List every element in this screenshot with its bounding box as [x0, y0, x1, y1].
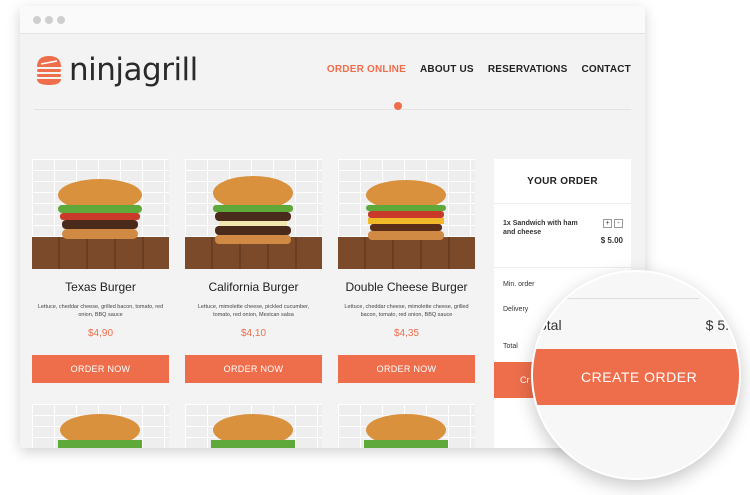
- window-dot-icon[interactable]: [33, 16, 41, 24]
- burger-image[interactable]: [185, 404, 322, 448]
- product-card: Double Cheese Burger Lettuce, cheddar ch…: [338, 159, 475, 383]
- divider: [563, 298, 699, 299]
- burger-icon: [213, 176, 293, 244]
- header-divider: [34, 109, 631, 110]
- browser-chrome: [20, 6, 645, 34]
- logo[interactable]: ninjagrill: [35, 52, 198, 88]
- product-card: California Burger Lettuce, mimolette che…: [185, 159, 322, 383]
- product-description: Lettuce, mimolette cheese, pickled cucum…: [197, 304, 310, 318]
- burger-icon: [58, 179, 142, 239]
- burger-image[interactable]: [32, 404, 169, 448]
- main-nav: ORDER ONLINE ABOUT US RESERVATIONS CONTA…: [327, 64, 631, 75]
- nav-reservations[interactable]: RESERVATIONS: [488, 64, 568, 75]
- logo-text: ninjagrill: [69, 52, 198, 88]
- product-name: Double Cheese Burger: [345, 280, 468, 294]
- total-value: $ 5.: [705, 317, 729, 333]
- product-name: Texas Burger: [65, 280, 136, 294]
- burger-image[interactable]: [185, 159, 322, 269]
- order-title: YOUR ORDER: [494, 159, 631, 204]
- total-label: Total: [503, 343, 518, 350]
- product-price: $4,10: [240, 328, 267, 339]
- burger-logo-icon: [37, 56, 61, 85]
- nav-contact[interactable]: CONTACT: [581, 64, 631, 75]
- order-now-button[interactable]: ORDER NOW: [32, 355, 169, 383]
- order-now-button[interactable]: ORDER NOW: [185, 355, 322, 383]
- window-dot-icon[interactable]: [57, 16, 65, 24]
- product-name: California Burger: [208, 280, 299, 294]
- product-description: Lettuce, cheddar cheese, mimolette chees…: [344, 304, 469, 318]
- total-label: otal: [539, 317, 562, 333]
- plus-icon[interactable]: +: [603, 219, 612, 228]
- burger-icon: [364, 414, 448, 448]
- nav-order-online[interactable]: ORDER ONLINE: [327, 64, 406, 75]
- magnifier: otal $ 5. CREATE ORDER: [531, 270, 741, 480]
- divider: [494, 267, 631, 268]
- product-description: Lettuce, cheddar cheese, grilled bacon, …: [37, 304, 164, 318]
- product-card: Texas Burger Lettuce, cheddar cheese, gr…: [32, 159, 169, 383]
- minus-icon[interactable]: -: [614, 219, 623, 228]
- create-order-button[interactable]: CREATE ORDER: [533, 349, 739, 405]
- product-price: $4,90: [87, 328, 114, 339]
- product-price: $4,35: [393, 328, 420, 339]
- burger-image[interactable]: [338, 404, 475, 448]
- delivery-label: Delivery: [503, 306, 529, 313]
- window-dot-icon[interactable]: [45, 16, 53, 24]
- order-now-button[interactable]: ORDER NOW: [338, 355, 475, 383]
- burger-icon: [58, 414, 142, 448]
- burger-icon: [211, 414, 295, 448]
- active-indicator: [394, 102, 402, 110]
- burger-icon: [366, 180, 446, 240]
- min-order-label: Min. order: [503, 281, 535, 288]
- nav-about-us[interactable]: ABOUT US: [420, 64, 474, 75]
- order-item: 1x Sandwich with ham and cheese: [503, 220, 578, 236]
- burger-image[interactable]: [338, 159, 475, 269]
- order-item-price: $ 5.00: [600, 236, 623, 245]
- burger-image[interactable]: [32, 159, 169, 269]
